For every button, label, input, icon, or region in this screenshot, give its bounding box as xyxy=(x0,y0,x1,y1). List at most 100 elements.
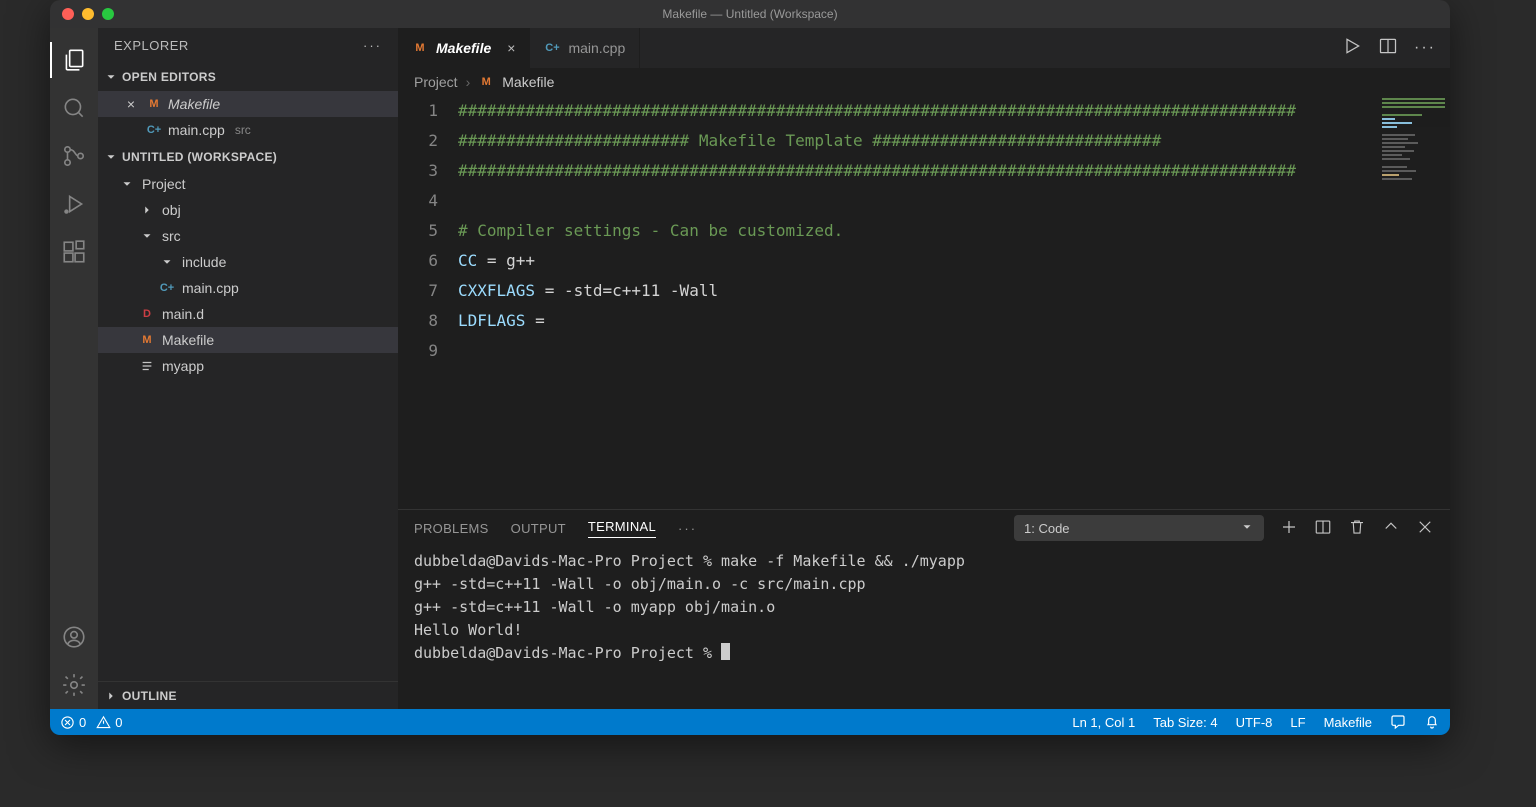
minimize-window-button[interactable] xyxy=(82,8,94,20)
extensions-activity-icon[interactable] xyxy=(50,228,98,276)
code-line: LDFLAGS = xyxy=(458,306,1450,336)
panel-tabs: PROBLEMS OUTPUT TERMINAL ··· 1: Code xyxy=(398,510,1450,546)
language-status[interactable]: Makefile xyxy=(1324,715,1372,730)
workspace-section[interactable]: UNTITLED (WORKSPACE) xyxy=(98,143,398,171)
close-window-button[interactable] xyxy=(62,8,74,20)
line-number: 1 xyxy=(398,96,438,126)
problems-tab[interactable]: PROBLEMS xyxy=(414,521,489,536)
more-icon[interactable]: ··· xyxy=(1414,39,1436,57)
open-editor-item[interactable]: ×MMakefile xyxy=(98,91,398,117)
tab-bar: M Makefile × C+main.cpp ··· xyxy=(398,28,1450,68)
tree-item-label: main.cpp xyxy=(182,280,239,296)
folder-item[interactable]: Project xyxy=(98,171,398,197)
file-label: main.cpp xyxy=(168,122,225,138)
chevron-down-icon xyxy=(118,177,136,191)
editor-tab[interactable]: M Makefile × xyxy=(398,28,530,68)
output-tab[interactable]: OUTPUT xyxy=(511,521,566,536)
tab-label: main.cpp xyxy=(568,40,625,56)
editor-area: M Makefile × C+main.cpp ··· Project › M Mak… xyxy=(398,28,1450,709)
line-number: 9 xyxy=(398,336,438,366)
activity-bar xyxy=(50,28,98,709)
code-line: ########################################… xyxy=(458,96,1450,126)
file-item[interactable]: myapp xyxy=(98,353,398,379)
more-icon[interactable]: ··· xyxy=(678,521,697,536)
source-control-activity-icon[interactable] xyxy=(50,132,98,180)
chevron-down-icon xyxy=(158,255,176,269)
d-file-icon: D xyxy=(138,306,156,322)
run-icon[interactable] xyxy=(1342,36,1362,61)
line-number: 7 xyxy=(398,276,438,306)
sidebar-title: EXPLORER xyxy=(114,38,189,53)
editor-tab[interactable]: C+main.cpp xyxy=(530,28,640,68)
code-editor[interactable]: 123456789 ##############################… xyxy=(398,96,1450,509)
makefile-icon: M xyxy=(412,40,428,56)
terminal-line: g++ -std=c++11 -Wall -o myapp obj/main.o xyxy=(414,596,1434,619)
line-number: 3 xyxy=(398,156,438,186)
code-line: CC = g++ xyxy=(458,246,1450,276)
explorer-activity-icon[interactable] xyxy=(50,36,98,84)
workspace-tree: Projectobjsrcinclude C+ main.cpp Dmain.dMMa… xyxy=(98,171,398,681)
warnings-status[interactable]: 0 xyxy=(96,715,122,730)
search-activity-icon[interactable] xyxy=(50,84,98,132)
chevron-right-icon xyxy=(138,203,156,217)
code-line: # Compiler settings - Can be customized. xyxy=(458,216,1450,246)
eol-status[interactable]: LF xyxy=(1290,715,1305,730)
settings-activity-icon[interactable] xyxy=(50,661,98,709)
close-icon[interactable]: × xyxy=(122,96,140,112)
terminal-output[interactable]: dubbelda@Davids-Mac-Pro Project % make -… xyxy=(398,546,1450,709)
chevron-down-icon xyxy=(138,229,156,243)
open-editors-tree: ×MMakefileC+main.cppsrc xyxy=(98,91,398,143)
terminal-line: dubbelda@Davids-Mac-Pro Project % xyxy=(414,642,1434,665)
workspace-label: UNTITLED (WORKSPACE) xyxy=(122,150,277,164)
split-terminal-icon[interactable] xyxy=(1314,518,1332,539)
more-icon[interactable]: ··· xyxy=(363,38,382,53)
tab-size-status[interactable]: Tab Size: 4 xyxy=(1153,715,1217,730)
terminal-tab[interactable]: TERMINAL xyxy=(588,519,656,538)
bottom-panel: PROBLEMS OUTPUT TERMINAL ··· 1: Code xyxy=(398,509,1450,709)
sidebar: EXPLORER ··· OPEN EDITORS ×MMakefileC+ma… xyxy=(98,28,398,709)
terminal-selector[interactable]: 1: Code xyxy=(1014,515,1264,541)
errors-status[interactable]: 0 xyxy=(60,715,86,730)
bell-icon[interactable] xyxy=(1424,714,1440,730)
maximize-window-button[interactable] xyxy=(102,8,114,20)
line-number: 4 xyxy=(398,186,438,216)
line-number: 2 xyxy=(398,126,438,156)
breadcrumb-folder[interactable]: Project xyxy=(414,74,458,90)
breadcrumb-file[interactable]: Makefile xyxy=(502,74,554,90)
chevron-right-icon: › xyxy=(466,74,471,90)
titlebar: Makefile — Untitled (Workspace) xyxy=(50,0,1450,28)
trash-icon[interactable] xyxy=(1348,518,1366,539)
tab-label: Makefile xyxy=(436,40,491,56)
file-item[interactable]: MMakefile xyxy=(98,327,398,353)
tree-item-label: myapp xyxy=(162,358,204,374)
accounts-activity-icon[interactable] xyxy=(50,613,98,661)
folder-item[interactable]: src xyxy=(98,223,398,249)
close-tab-icon[interactable]: × xyxy=(507,40,515,56)
encoding-status[interactable]: UTF-8 xyxy=(1236,715,1273,730)
chevron-down-icon xyxy=(104,150,118,164)
sidebar-header: EXPLORER ··· xyxy=(98,28,398,63)
file-item[interactable]: Dmain.d xyxy=(98,301,398,327)
new-terminal-icon[interactable] xyxy=(1280,518,1298,539)
feedback-icon[interactable] xyxy=(1390,714,1406,730)
code-line xyxy=(458,186,1450,216)
open-editors-section[interactable]: OPEN EDITORS xyxy=(98,63,398,91)
minimap[interactable] xyxy=(1380,96,1450,509)
terminal-line: g++ -std=c++11 -Wall -o obj/main.o -c sr… xyxy=(414,573,1434,596)
folder-item[interactable]: obj xyxy=(98,197,398,223)
split-editor-icon[interactable] xyxy=(1378,36,1398,61)
cursor-position-status[interactable]: Ln 1, Col 1 xyxy=(1072,715,1135,730)
debug-activity-icon[interactable] xyxy=(50,180,98,228)
open-editor-item[interactable]: C+main.cppsrc xyxy=(98,117,398,143)
close-panel-icon[interactable] xyxy=(1416,518,1434,539)
code-content[interactable]: ########################################… xyxy=(458,96,1450,509)
terminal-line: Hello World! xyxy=(414,619,1434,642)
maximize-panel-icon[interactable] xyxy=(1382,518,1400,539)
breadcrumb[interactable]: Project › M Makefile xyxy=(398,68,1450,96)
cpp-icon: C+ xyxy=(158,280,176,296)
tree-item-label: Makefile xyxy=(162,332,214,348)
file-item[interactable]: C+ main.cpp xyxy=(98,275,398,301)
outline-section[interactable]: OUTLINE xyxy=(98,681,398,709)
folder-item[interactable]: include xyxy=(98,249,398,275)
window-title: Makefile — Untitled (Workspace) xyxy=(662,7,837,21)
